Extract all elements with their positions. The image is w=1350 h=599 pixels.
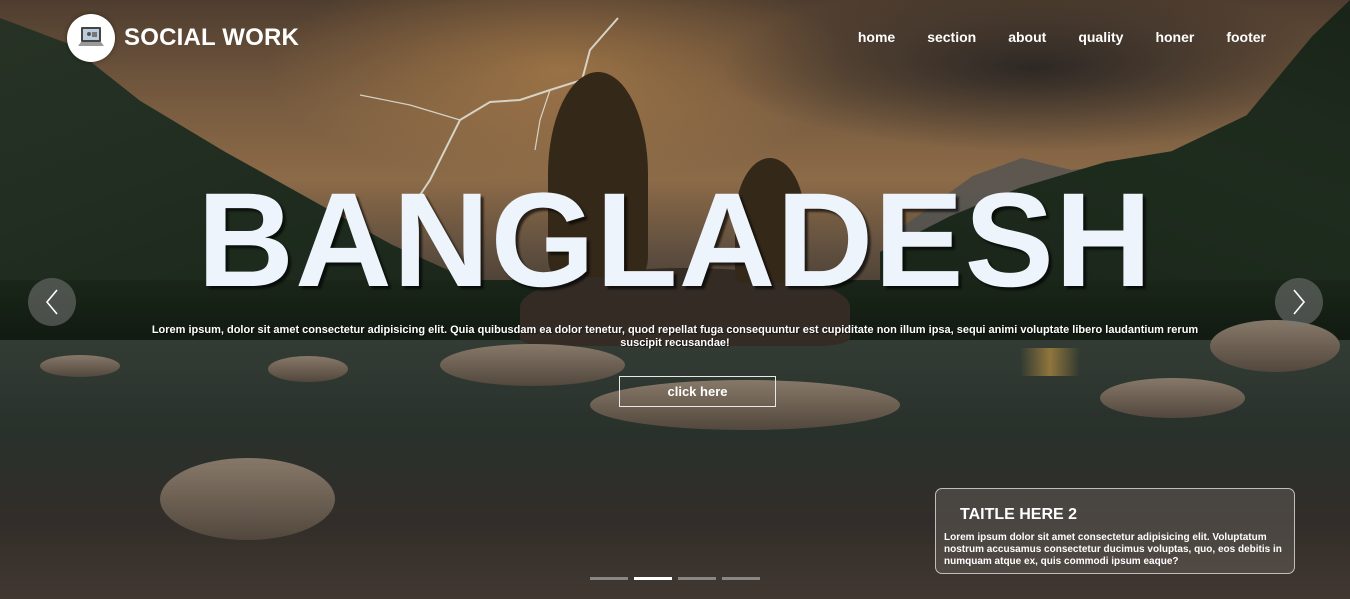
nav-about[interactable]: about [1008,29,1046,45]
hero-subtitle: Lorem ipsum, dolor sit amet consectetur … [151,324,1199,349]
carousel-indicator-3[interactable] [678,577,716,580]
hero-headline: BANGLADESH [197,166,1153,315]
nav-home[interactable]: home [858,29,895,45]
nav-honer[interactable]: honer [1155,29,1194,45]
main-nav: home section about quality honer footer [826,29,1266,45]
click-here-button[interactable]: click here [619,376,776,407]
carousel-prev-button[interactable] [28,278,76,326]
chevron-left-icon [45,289,58,315]
brand-name: SOCIAL WORK [124,24,300,51]
nav-section[interactable]: section [927,29,976,45]
carousel-indicator-1[interactable] [590,577,628,580]
carousel-next-button[interactable] [1275,278,1323,326]
chevron-right-icon [1293,289,1306,315]
nav-quality[interactable]: quality [1078,29,1123,45]
carousel-indicator-4[interactable] [722,577,760,580]
brand[interactable]: SOCIAL WORK [67,14,299,62]
nav-footer[interactable]: footer [1226,29,1266,45]
caption-title: TAITLE HERE 2 [960,506,1078,523]
slide-caption-card: TAITLE HERE 2 Lorem ipsum dolor sit amet… [935,488,1295,574]
caption-text: Lorem ipsum dolor sit amet consectetur a… [944,532,1282,567]
laptop-icon [67,14,115,62]
carousel-indicator-2[interactable] [634,577,672,580]
carousel-indicators [590,577,766,580]
